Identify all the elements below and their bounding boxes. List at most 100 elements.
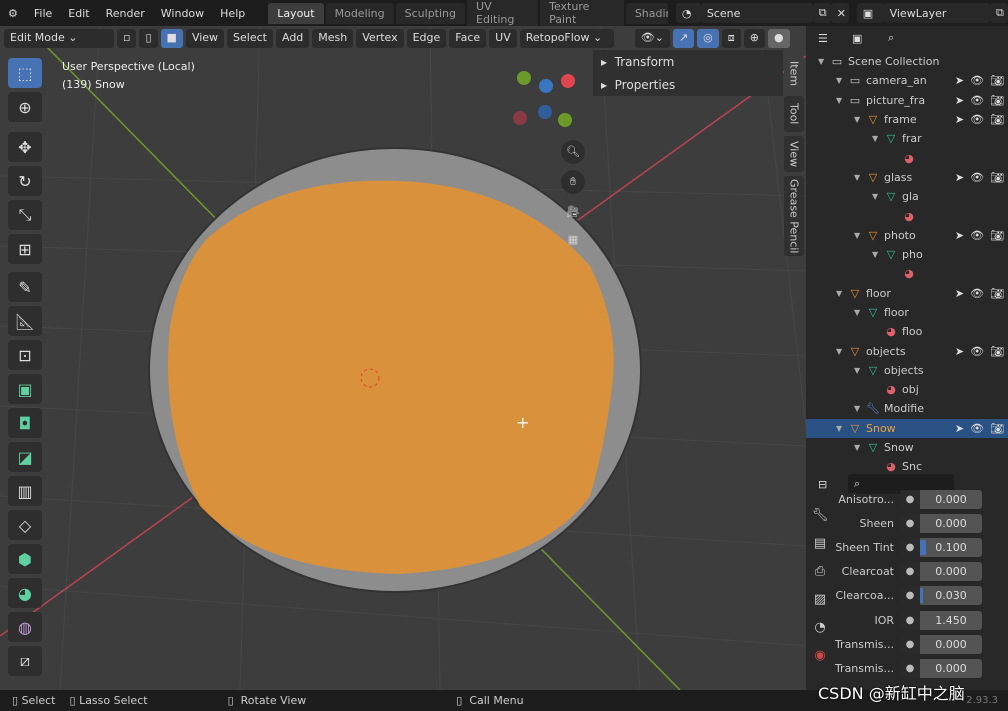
menu-help[interactable]: Help (212, 7, 253, 20)
spin-tool-icon[interactable]: ◕ (8, 578, 42, 608)
outliner-row[interactable]: ◕ floo (806, 322, 1008, 341)
add-cube-tool-icon[interactable]: ⊡ (8, 340, 42, 370)
outliner-row[interactable]: ▼ ▽ glass ➤ 👁︎ 📷︎ (806, 168, 1008, 187)
outliner-row[interactable]: ▼ ▽ floor (806, 303, 1008, 322)
shear-tool-icon[interactable]: ⧄ (8, 646, 42, 676)
menu-select[interactable]: Select (227, 28, 273, 48)
inset-tool-icon[interactable]: ◘ (8, 408, 42, 438)
select-box-tool-icon[interactable]: ⬚ (8, 58, 42, 88)
bevel-tool-icon[interactable]: ◪ (8, 442, 42, 472)
xray-toggle-icon[interactable]: ⧈ (721, 28, 741, 48)
overlay-toggle-icon[interactable]: ◎ (697, 28, 719, 48)
transform-panel[interactable]: ▸ Transform (593, 50, 783, 73)
selectable-icon[interactable]: ➤ (955, 287, 964, 300)
menu-mesh[interactable]: Mesh (312, 28, 354, 48)
expand-arrow-icon[interactable]: ▼ (836, 96, 848, 105)
eye-icon[interactable]: 👁︎ (970, 94, 984, 107)
expand-arrow-icon[interactable]: ▼ (836, 76, 848, 85)
scene-properties-icon[interactable]: ◔ (808, 614, 832, 642)
property-value-field[interactable]: 0.000 (920, 513, 982, 533)
tab-tool[interactable]: Tool (784, 96, 804, 132)
loop-cut-tool-icon[interactable]: ▥ (8, 476, 42, 506)
delete-scene-icon[interactable]: ✕ (830, 3, 849, 23)
expand-arrow-icon[interactable]: ▼ (854, 443, 866, 452)
selectable-icon[interactable]: ➤ (955, 113, 964, 126)
menu-edit[interactable]: Edit (60, 7, 97, 20)
selectable-icon[interactable]: ➤ (955, 345, 964, 358)
eye-icon[interactable]: 👁︎ (970, 74, 984, 87)
new-scene-icon[interactable]: ⧉ (812, 3, 831, 23)
selectable-icon[interactable]: ➤ (955, 422, 964, 435)
tab-shading[interactable]: Shading (625, 2, 668, 24)
render-camera-icon[interactable]: 📷︎ (990, 74, 1004, 87)
measure-tool-icon[interactable]: 📐︎ (8, 306, 42, 336)
expand-arrow-icon[interactable]: ▼ (872, 134, 884, 143)
cursor-tool-icon[interactable]: ⊕ (8, 92, 42, 122)
expand-arrow-icon[interactable]: ▼ (854, 308, 866, 317)
world-properties-icon[interactable]: ◉ (808, 642, 832, 670)
transform-tool-icon[interactable]: ⊞ (8, 234, 42, 264)
render-camera-icon[interactable]: 📷︎ (990, 113, 1004, 126)
property-value-field[interactable]: 0.100 (920, 537, 982, 557)
property-value-field[interactable]: 0.000 (920, 658, 982, 678)
outliner-row[interactable]: ▼ ▽ gla (806, 187, 1008, 206)
keyframe-dot-icon[interactable]: ● (900, 537, 920, 557)
expand-arrow-icon[interactable]: ▼ (854, 115, 866, 124)
keyframe-dot-icon[interactable]: ● (900, 586, 920, 606)
render-camera-icon[interactable]: 📷︎ (990, 287, 1004, 300)
menu-render[interactable]: Render (98, 7, 153, 20)
outliner-row[interactable]: ▼ ▭ camera_an ➤ 👁︎ 📷︎ (806, 71, 1008, 90)
tab-modeling[interactable]: Modeling (325, 2, 394, 24)
render-camera-icon[interactable]: 📷︎ (990, 345, 1004, 358)
view-layer-properties-icon[interactable]: ▨ (808, 586, 832, 614)
rotate-tool-icon[interactable]: ↻ (8, 166, 42, 196)
visibility-icon[interactable]: 👁︎⌄ (634, 28, 670, 48)
outliner-row[interactable]: ▼ ▽ objects ➤ 👁︎ 📷︎ (806, 341, 1008, 360)
output-properties-icon[interactable]: ⎙ (808, 558, 832, 586)
pan-hand-icon[interactable]: ✋︎ (561, 170, 585, 194)
expand-arrow-icon[interactable]: ▼ (836, 347, 848, 356)
menu-uv[interactable]: UV (489, 28, 517, 48)
menu-face[interactable]: Face (449, 28, 487, 48)
retopoflow-menu[interactable]: RetopoFlow ⌄ (519, 28, 614, 48)
keyframe-dot-icon[interactable]: ● (900, 634, 920, 654)
solid-shading-icon[interactable]: ● (767, 28, 790, 48)
smooth-tool-icon[interactable]: ◍ (8, 612, 42, 642)
ortho-grid-icon[interactable]: ▦ (561, 228, 585, 252)
property-value-field[interactable]: 1.450 (920, 610, 982, 630)
property-value-field[interactable]: 0.000 (920, 634, 982, 654)
expand-arrow-icon[interactable]: ▼ (836, 289, 848, 298)
menu-window[interactable]: Window (153, 7, 212, 20)
scene-field[interactable]: Scene (700, 3, 813, 23)
expand-arrow-icon[interactable]: ▼ (872, 192, 884, 201)
outliner-row[interactable]: ▼ ▽ frame ➤ 👁︎ 📷︎ (806, 110, 1008, 129)
eye-icon[interactable]: 👁︎ (970, 345, 984, 358)
outliner-row[interactable]: ◕ obj (806, 380, 1008, 399)
outliner-row[interactable]: ◕ (806, 264, 1008, 283)
menu-file[interactable]: File (26, 7, 60, 20)
keyframe-dot-icon[interactable]: ● (900, 513, 920, 533)
property-value-field[interactable]: 0.030 (920, 586, 982, 606)
eye-icon[interactable]: 👁︎ (970, 422, 984, 435)
face-select-button[interactable]: ■ (160, 28, 183, 48)
tab-sculpting[interactable]: Sculpting (395, 2, 466, 24)
outliner-row[interactable]: ◕ Snc (806, 457, 1008, 472)
outliner-row[interactable]: ◕ (806, 148, 1008, 167)
tab-layout[interactable]: Layout (268, 2, 324, 24)
selectable-icon[interactable]: ➤ (955, 94, 964, 107)
selectable-icon[interactable]: ➤ (955, 171, 964, 184)
menu-vertex[interactable]: Vertex (356, 28, 404, 48)
properties-panel[interactable]: ▸ Properties (593, 73, 783, 96)
filter-icon[interactable]: ▣ (846, 28, 876, 48)
eye-icon[interactable]: 👁︎ (970, 171, 984, 184)
menu-add[interactable]: Add (275, 28, 310, 48)
expand-arrow-icon[interactable]: ▼ (854, 366, 866, 375)
tool-properties-icon[interactable]: 🔧︎ (808, 502, 832, 530)
expand-arrow-icon[interactable]: ▼ (872, 250, 884, 259)
menu-view[interactable]: View (185, 28, 225, 48)
vertex-select-button[interactable]: ▫ (117, 28, 137, 48)
outliner-row[interactable]: ▼ ▽ photo ➤ 👁︎ 📷︎ (806, 226, 1008, 245)
scene-selector-icon[interactable]: ◔ (675, 3, 701, 23)
outliner-row[interactable]: ▼ ▭ Scene Collection (806, 52, 1008, 71)
outliner-row[interactable]: ▼ ▭ picture_fra ➤ 👁︎ 📷︎ (806, 91, 1008, 110)
